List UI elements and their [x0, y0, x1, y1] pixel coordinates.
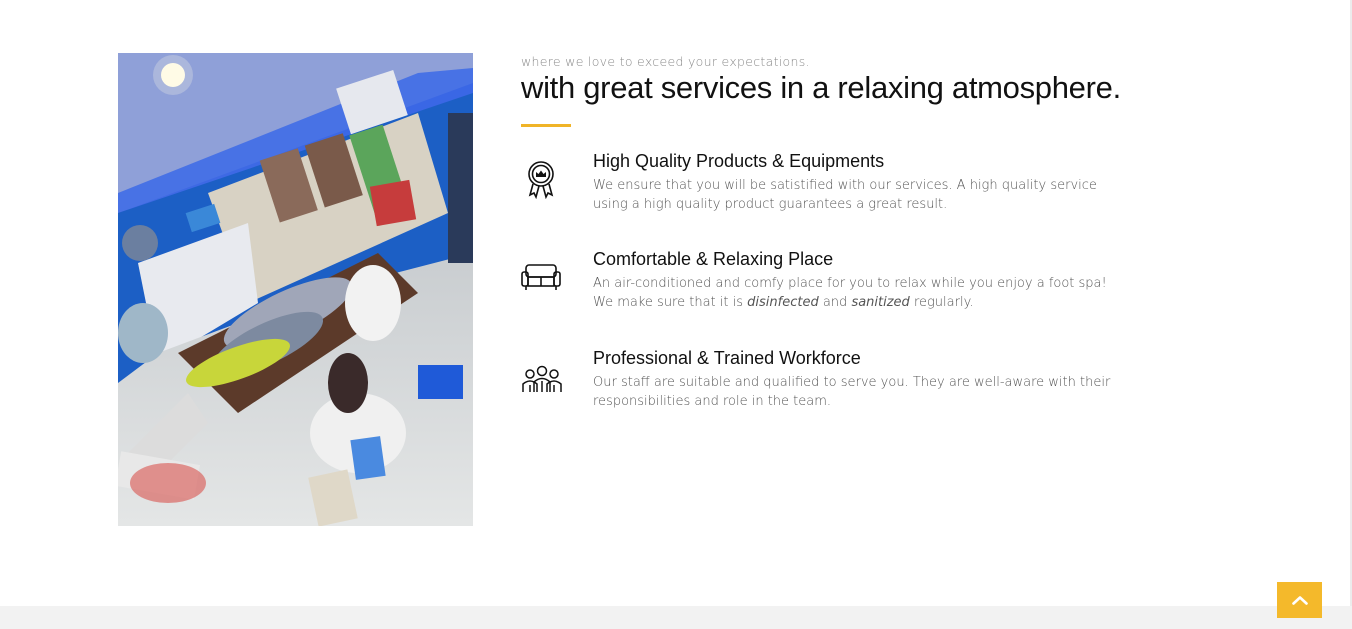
feature-description: Our staff are suitable and qualified to … — [593, 375, 1111, 409]
team-icon — [521, 354, 563, 396]
heading-accent-divider — [521, 124, 571, 127]
feature-description-text: and — [818, 294, 852, 310]
feature-title: Professional & Trained Workforce — [593, 348, 861, 368]
hero-heading: with great services in a relaxing atmosp… — [521, 70, 1121, 105]
feature-description: An air-conditioned and comfy place for y… — [593, 275, 1113, 312]
hero-tagline: where we love to exceed your expectation… — [521, 54, 810, 69]
chevron-up-icon — [1291, 593, 1308, 608]
back-to-top-button[interactable] — [1277, 582, 1322, 618]
spa-interior-photo — [118, 53, 473, 526]
feature-title: High Quality Products & Equipments — [593, 151, 885, 171]
award-ribbon-icon — [521, 157, 563, 200]
footer-strip — [0, 606, 1352, 629]
feature-description-emphasis: disinfected — [747, 294, 819, 310]
feature-description-text: regularly. — [909, 294, 974, 310]
sofa-icon — [521, 255, 563, 297]
feature-description: We ensure that you will be satistified w… — [593, 178, 1097, 212]
feature-title: Comfortable & Relaxing Place — [593, 249, 834, 269]
feature-description-emphasis: sanitized — [851, 294, 910, 310]
